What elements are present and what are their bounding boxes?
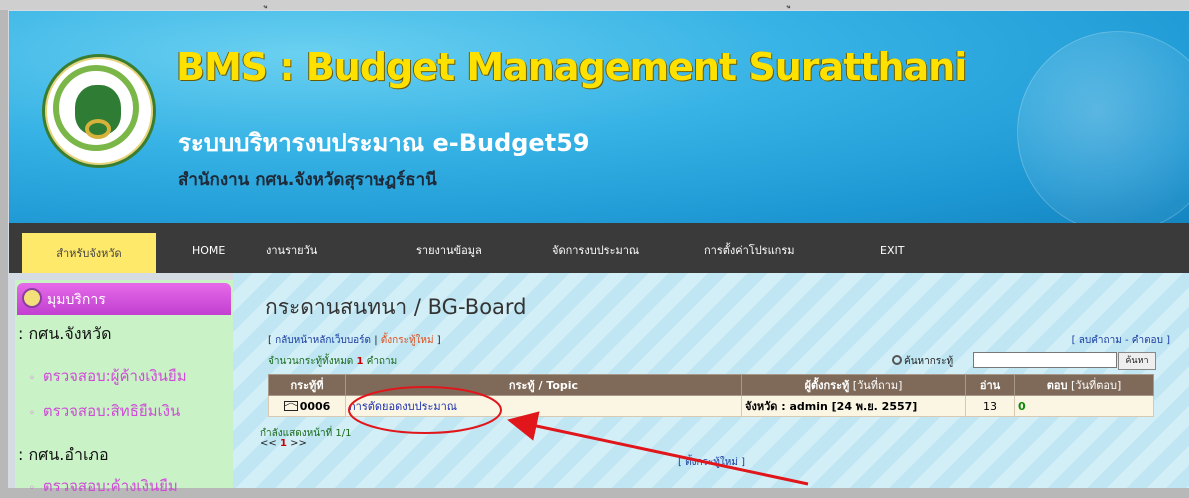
replies-cell: 0 (1014, 395, 1154, 417)
new-topic-bottom-link[interactable]: [ ตั้งกระทู้ใหม่ ] (678, 455, 745, 470)
search-button[interactable]: ค้นหา (1118, 352, 1156, 370)
sidebar-link-outstanding-loans[interactable]: ◦ ตรวจสอบ:ค้างเงินยืม (29, 474, 178, 498)
sidebar-section-district: : กศน.อำเภอ (18, 445, 109, 464)
search-label: ค้นหากระทู้ (892, 354, 953, 369)
reads-cell: 13 (965, 395, 1015, 417)
author-cell: จังหวัด : admin [24 พ.ย. 2557] (741, 395, 966, 417)
app-title: BMS : Budget Management Suratthani (176, 45, 967, 89)
col-replies: ตอบ [วันที่ตอบ] (1014, 374, 1154, 396)
col-reads: อ่าน (965, 374, 1015, 396)
board-top-links: [ กลับหน้าหลักเว็บบอร์ด | ตั้งกระทู้ใหม่… (268, 335, 441, 346)
search-input[interactable] (973, 352, 1117, 368)
new-topic-link[interactable]: ตั้งกระทู้ใหม่ (381, 335, 434, 346)
col-author: ผู้ตั้งกระทู้ [วันที่ถาม] (741, 374, 966, 396)
webboard: [ กลับหน้าหลักเว็บบอร์ด | ตั้งกระทู้ใหม่… (260, 330, 1174, 488)
office-name: สำนักงาน กศน.จังหวัดสุราษฎร์ธานี (178, 170, 437, 190)
nav-item-province[interactable]: สำหรับจังหวัด (22, 233, 156, 273)
nav-item-budget-management[interactable]: จัดการงบประมาณ (552, 223, 639, 273)
pager: << 1 >> (260, 438, 307, 449)
envelope-icon (283, 400, 298, 411)
table-row[interactable]: 0006 การตัดยอดงบประมาณ จังหวัด : admin [… (268, 395, 1154, 417)
globe-decoration-icon (1017, 31, 1189, 223)
pager-current-page[interactable]: 1 (280, 438, 287, 449)
nav-item-reports[interactable]: รายงานข้อมูล (416, 223, 482, 273)
nav-item-daily-work[interactable]: งานรายวัน (266, 223, 317, 273)
bullet-icon: ◦ (29, 373, 35, 384)
sidebar-link-label: ตรวจสอบ:ผู้ค้างเงินยืม (42, 367, 187, 385)
app-subtitle: ระบบบริหารงบประมาณ e-Budget59 (178, 129, 590, 157)
topic-table: กระทู้ที่ กระทู้ / Topic ผู้ตั้งกระทู้ [… (268, 374, 1154, 417)
table-header-row: กระทู้ที่ กระทู้ / Topic ผู้ตั้งกระทู้ [… (268, 374, 1154, 396)
sidebar-header-label: มุมบริการ (47, 292, 106, 308)
sidebar: มุมบริการ : กศน.จังหวัด ◦ ตรวจสอบ:ผู้ค้าง… (15, 280, 233, 495)
topic-link[interactable]: การตัดยอดงบประมาณ (349, 400, 457, 413)
sidebar-header: มุมบริการ (17, 283, 231, 315)
service-icon (22, 288, 42, 308)
search-icon (892, 355, 902, 365)
topic-cell: การตัดยอดงบประมาณ (345, 395, 742, 417)
sidebar-link-label: ตรวจสอบ:ค้างเงินยืม (42, 477, 178, 495)
sidebar-link-debtors[interactable]: ◦ ตรวจสอบ:ผู้ค้างเงินยืม (29, 364, 187, 388)
nav-item-settings[interactable]: การตั้งค่าโปรแกรม (704, 223, 795, 273)
main-nav: สำหรับจังหวัด HOME งานรายวัน รายงานข้อมู… (9, 223, 1189, 273)
topic-id-cell: 0006 (268, 395, 346, 417)
sidebar-link-borrow-rights[interactable]: ◦ ตรวจสอบ:สิทธิยืมเงิน (29, 399, 180, 423)
col-id: กระทู้ที่ (268, 374, 346, 396)
sidebar-section-province: : กศน.จังหวัด (18, 324, 112, 343)
bullet-icon: ◦ (29, 408, 35, 419)
delete-qa-link[interactable]: [ ลบคำถาม - คำตอบ ] (1072, 333, 1170, 348)
bullet-icon: ◦ (29, 483, 35, 494)
back-to-board-link[interactable]: กลับหน้าหลักเว็บบอร์ด (275, 335, 371, 346)
top-strip: ู ู (0, 0, 1189, 10)
ministry-seal-logo (42, 54, 156, 168)
nav-item-exit[interactable]: EXIT (880, 223, 904, 273)
sidebar-link-label: ตรวจสอบ:สิทธิยืมเงิน (42, 402, 181, 420)
page-title: กระดานสนทนา / BG-Board (265, 295, 527, 319)
nav-item-home[interactable]: HOME (192, 223, 225, 273)
topic-count: จำนวนกระทู้ทั้งหมด 1 คำถาม (268, 356, 398, 367)
col-topic: กระทู้ / Topic (345, 374, 742, 396)
